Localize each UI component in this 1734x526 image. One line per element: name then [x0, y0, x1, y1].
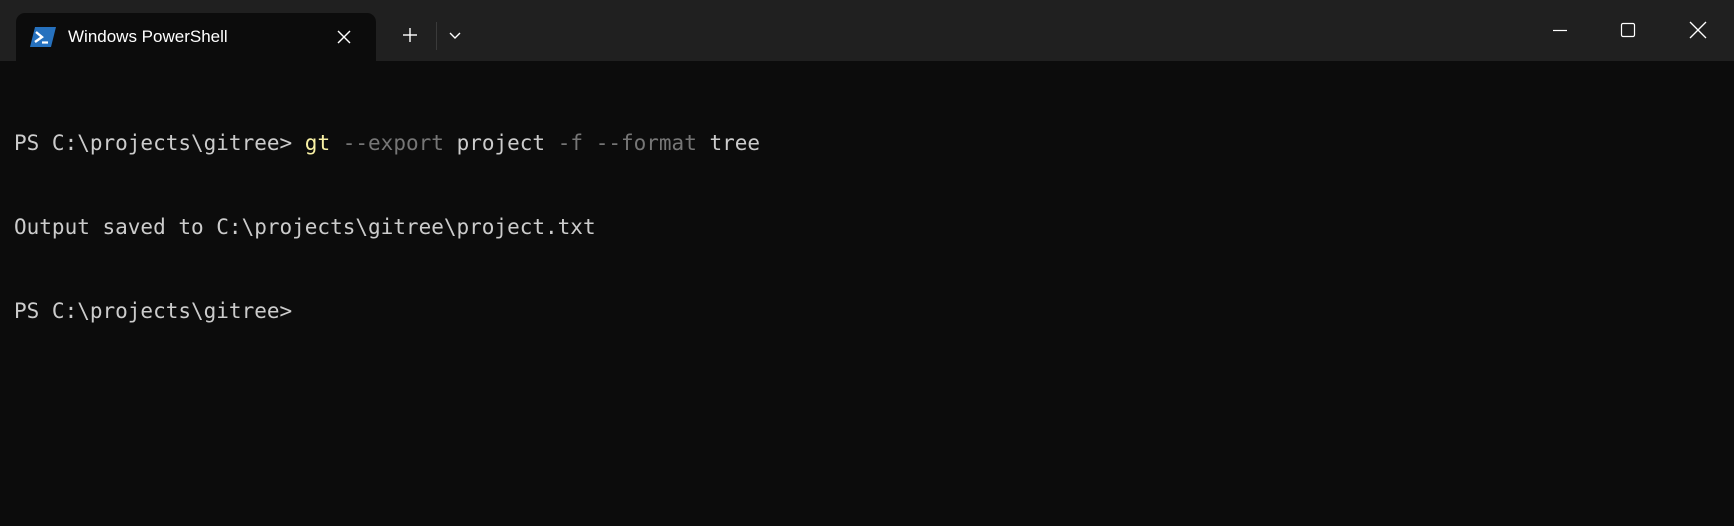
terminal-lines: PS C:\projects\gitree> gt --export proje…: [14, 73, 760, 381]
terminal-window: Windows PowerShell PS C:\projects\gitree…: [0, 0, 1734, 526]
window-close-button[interactable]: [1676, 10, 1720, 50]
minimize-button[interactable]: [1538, 10, 1582, 50]
powershell-icon: [30, 27, 56, 47]
maximize-icon: [1620, 22, 1636, 38]
tab-close-button[interactable]: [332, 25, 356, 49]
terminal-line: PS C:\projects\gitree> gt --export proje…: [14, 129, 760, 157]
command-name: gt: [304, 131, 331, 155]
tab-windows-powershell[interactable]: Windows PowerShell: [16, 13, 376, 61]
plus-icon: [403, 28, 417, 42]
argument-project: project: [456, 131, 546, 155]
terminal-line: PS C:\projects\gitree>: [14, 297, 760, 325]
tab-divider: [436, 22, 437, 50]
new-tab-button[interactable]: [396, 20, 424, 50]
tab-title: Windows PowerShell: [68, 27, 228, 46]
parameter-export: --export: [342, 131, 444, 155]
profile-dropdown-button[interactable]: [440, 20, 470, 50]
chevron-down-icon: [449, 32, 461, 39]
minimize-icon: [1553, 29, 1567, 32]
parameter-f: -f: [557, 131, 584, 155]
prompt: PS C:\projects\gitree>: [14, 299, 293, 323]
terminal-output[interactable]: PS C:\projects\gitree> gt --export proje…: [0, 61, 1734, 526]
prompt: PS C:\projects\gitree>: [14, 131, 305, 155]
title-bar[interactable]: Windows PowerShell: [0, 0, 1734, 61]
output-text: Output saved to C:\projects\gitree\proje…: [14, 215, 596, 239]
close-icon: [337, 30, 351, 44]
argument-tree: tree: [709, 131, 761, 155]
parameter-format: --format: [595, 131, 697, 155]
close-icon: [1689, 21, 1707, 39]
terminal-line: Output saved to C:\projects\gitree\proje…: [14, 213, 760, 241]
maximize-button[interactable]: [1606, 10, 1650, 50]
